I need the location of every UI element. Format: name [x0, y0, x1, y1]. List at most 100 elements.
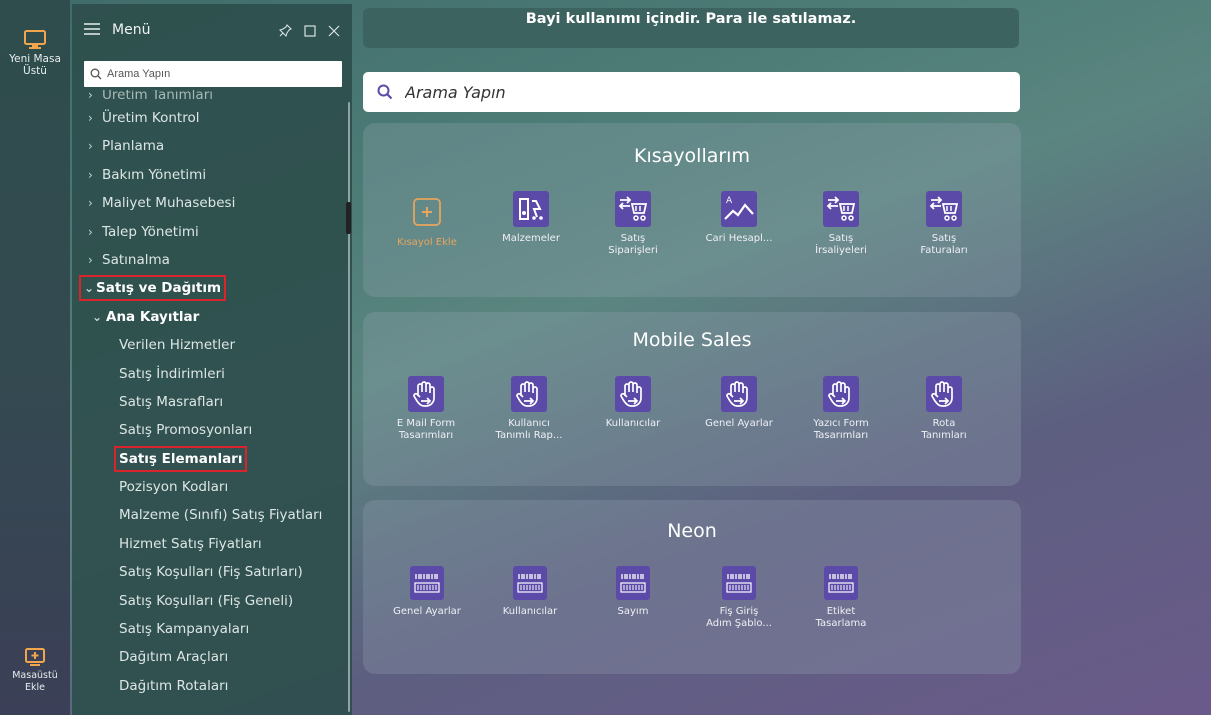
printer-form-designs-tile[interactable]: Yazıcı Form Tasarımları — [800, 376, 882, 442]
new-desktop-button[interactable]: Yeni Masa Üstü — [0, 30, 70, 77]
neon-general-settings-label: Genel Ayarlar — [393, 606, 461, 617]
neon-label-design-tile[interactable]: Etiket Tasarlama — [800, 566, 882, 630]
sales-cart-icon — [823, 191, 859, 227]
chevron-down-icon: ⌄ — [84, 281, 95, 296]
menu-item-satinalma[interactable]: › Satınalma — [72, 246, 344, 274]
sales-dispatches-tile[interactable]: Satış İrsaliyeleri — [800, 191, 882, 257]
neon-general-settings-tile[interactable]: Genel Ayarlar — [386, 566, 468, 618]
menu-item-satis-indirimleri[interactable]: Satış İndirimleri — [72, 360, 344, 388]
menu-item-pozisyon-kodlari[interactable]: Pozisyon Kodları — [72, 473, 344, 501]
menu-item-hizmet-satis-fiyatlari[interactable]: Hizmet Satış Fiyatları — [72, 530, 344, 558]
chevron-right-icon: › — [88, 139, 93, 154]
sales-orders-tile[interactable]: Satış Siparişleri — [592, 191, 674, 257]
menu-scrollbar-thumb[interactable] — [346, 202, 351, 234]
menu-tools — [278, 22, 340, 41]
hamburger-icon[interactable] — [84, 23, 100, 35]
maximize-icon[interactable] — [304, 22, 316, 41]
add-desktop-icon — [25, 648, 45, 666]
menu-item-satis-promosyonlari[interactable]: Satış Promosyonları — [72, 416, 344, 444]
menu-list: › Üretim Tanımları › Üretim Kontrol › Planl… — [72, 90, 344, 700]
chevron-right-icon: › — [88, 224, 93, 239]
sales-cart-icon — [615, 191, 651, 227]
shortcuts-section: Kısayollarım Kısayol Ekle Malzemeler Sat… — [363, 123, 1021, 297]
menu-item-uretim-tanimlari[interactable]: › Üretim Tanımları — [72, 90, 344, 104]
neon-users-tile[interactable]: Kullanıcılar — [489, 566, 571, 618]
barcode-icon — [722, 566, 756, 600]
sales-invoices-label: Satış Faturaları — [920, 233, 968, 256]
menu-item-maliyet-muhasebesi[interactable]: › Maliyet Muhasebesi — [72, 189, 344, 217]
hand-arrow-icon — [926, 376, 962, 412]
menu-item-uretim-kontrol[interactable]: › Üretim Kontrol — [72, 104, 344, 132]
neon-users-label: Kullanıcılar — [502, 606, 558, 617]
main-search[interactable] — [363, 72, 1020, 112]
menu-title: Menü — [112, 22, 151, 38]
menu-item-satis-elemanlari[interactable]: Satış Elemanları — [72, 445, 344, 473]
sales-invoices-tile[interactable]: Satış Faturaları — [903, 191, 985, 257]
menu-item-planlama[interactable]: › Planlama — [72, 132, 344, 160]
add-desktop-label: Masaüstü Ekle — [12, 670, 58, 693]
barcode-icon — [513, 566, 547, 600]
user-defined-reports-tile[interactable]: Kullanıcı Tanımlı Rap... — [488, 376, 570, 442]
hand-arrow-icon — [823, 376, 859, 412]
add-shortcut-icon — [413, 198, 441, 226]
new-desktop-label: Yeni Masa Üstü — [9, 53, 61, 77]
materials-icon — [513, 191, 549, 227]
barcode-icon — [410, 566, 444, 600]
menu-item-talep-yonetimi[interactable]: › Talep Yönetimi — [72, 218, 344, 246]
neon-label-design-label: Etiket Tasarlama — [815, 606, 867, 629]
user-defined-reports-label: Kullanıcı Tanımlı Rap... — [495, 418, 563, 441]
menu-search[interactable] — [84, 61, 342, 87]
neon-section: Neon Genel Ayarlar Kullanıcılar Sayım Fi… — [363, 500, 1021, 674]
menu-scrollbar-track[interactable] — [348, 102, 350, 712]
main-search-input[interactable] — [405, 82, 985, 102]
menu-item-verilen-hizmetler[interactable]: Verilen Hizmetler — [72, 331, 344, 359]
menu-item-satis-ve-dagitim[interactable]: ⌄ Satış ve Dağıtım — [72, 274, 344, 302]
users-tile[interactable]: Kullanıcılar — [592, 376, 674, 430]
menu-item-satis-kosullari-fis-geneli[interactable]: Satış Koşulları (Fiş Geneli) — [72, 587, 344, 615]
svg-text:A: A — [726, 196, 733, 206]
add-shortcut-label: Kısayol Ekle — [397, 237, 457, 248]
monitor-icon — [24, 30, 46, 49]
email-form-designs-tile[interactable]: E Mail Form Tasarımları — [385, 376, 467, 442]
menu-item-malzeme-satis-fiyatlari[interactable]: Malzeme (Sınıfı) Satış Fiyatları — [72, 501, 344, 529]
printer-form-designs-label: Yazıcı Form Tasarımları — [813, 418, 869, 441]
chevron-right-icon: › — [88, 90, 93, 102]
neon-count-label: Sayım — [617, 606, 649, 617]
search-icon — [377, 84, 393, 100]
chevron-right-icon: › — [88, 252, 93, 267]
chevron-right-icon: › — [88, 196, 93, 211]
menu-item-satis-masraflari[interactable]: Satış Masrafları — [72, 388, 344, 416]
hand-arrow-icon — [615, 376, 651, 412]
pin-icon[interactable] — [278, 22, 292, 41]
users-label: Kullanıcılar — [605, 418, 661, 429]
neon-slip-entry-template-tile[interactable]: Fiş Giriş Adım Şablo... — [698, 566, 780, 630]
menu-item-dagitim-araclari[interactable]: Dağıtım Araçları — [72, 643, 344, 671]
menu-item-satis-kosullari-fis-satirlari[interactable]: Satış Koşulları (Fiş Satırları) — [72, 558, 344, 586]
shortcuts-title: Kısayollarım — [634, 145, 750, 167]
menu-panel: Menü ›Üretim Tanımları ›Üretim Kontrol ›… — [72, 4, 352, 715]
menu-item-satis-kampanyalari[interactable]: Satış Kampanyaları — [72, 615, 344, 643]
add-shortcut-tile[interactable]: Kısayol Ekle — [386, 197, 468, 249]
menu-search-input[interactable] — [107, 68, 327, 80]
general-settings-label: Genel Ayarlar — [705, 418, 773, 429]
route-definitions-tile[interactable]: Rota Tanımları — [903, 376, 985, 442]
current-accounts-label: Cari Hesapl... — [705, 233, 773, 244]
account-chart-icon: A — [721, 191, 757, 227]
menu-item-dagitim-rotalari[interactable]: Dağıtım Rotaları — [72, 672, 344, 700]
sales-cart-icon — [926, 191, 962, 227]
hand-arrow-icon — [408, 376, 444, 412]
chevron-down-icon: ⌄ — [92, 309, 103, 324]
menu-item-bakim-yonetimi[interactable]: › Bakım Yönetimi — [72, 161, 344, 189]
menu-header: Menü — [72, 4, 352, 60]
close-icon[interactable] — [328, 22, 340, 41]
add-desktop-button[interactable]: Masaüstü Ekle — [0, 648, 70, 694]
neon-count-tile[interactable]: Sayım — [592, 566, 674, 618]
search-icon — [90, 68, 102, 80]
barcode-icon — [824, 566, 858, 600]
desktop-strip: Yeni Masa Üstü Masaüstü Ekle — [0, 0, 70, 715]
general-settings-tile[interactable]: Genel Ayarlar — [698, 376, 780, 430]
menu-item-ana-kayitlar[interactable]: ⌄ Ana Kayıtlar — [72, 303, 344, 331]
current-accounts-tile[interactable]: A Cari Hesapl... — [698, 191, 780, 245]
materials-tile[interactable]: Malzemeler — [490, 191, 572, 245]
highlight-box: Satış Elemanları — [113, 445, 248, 472]
